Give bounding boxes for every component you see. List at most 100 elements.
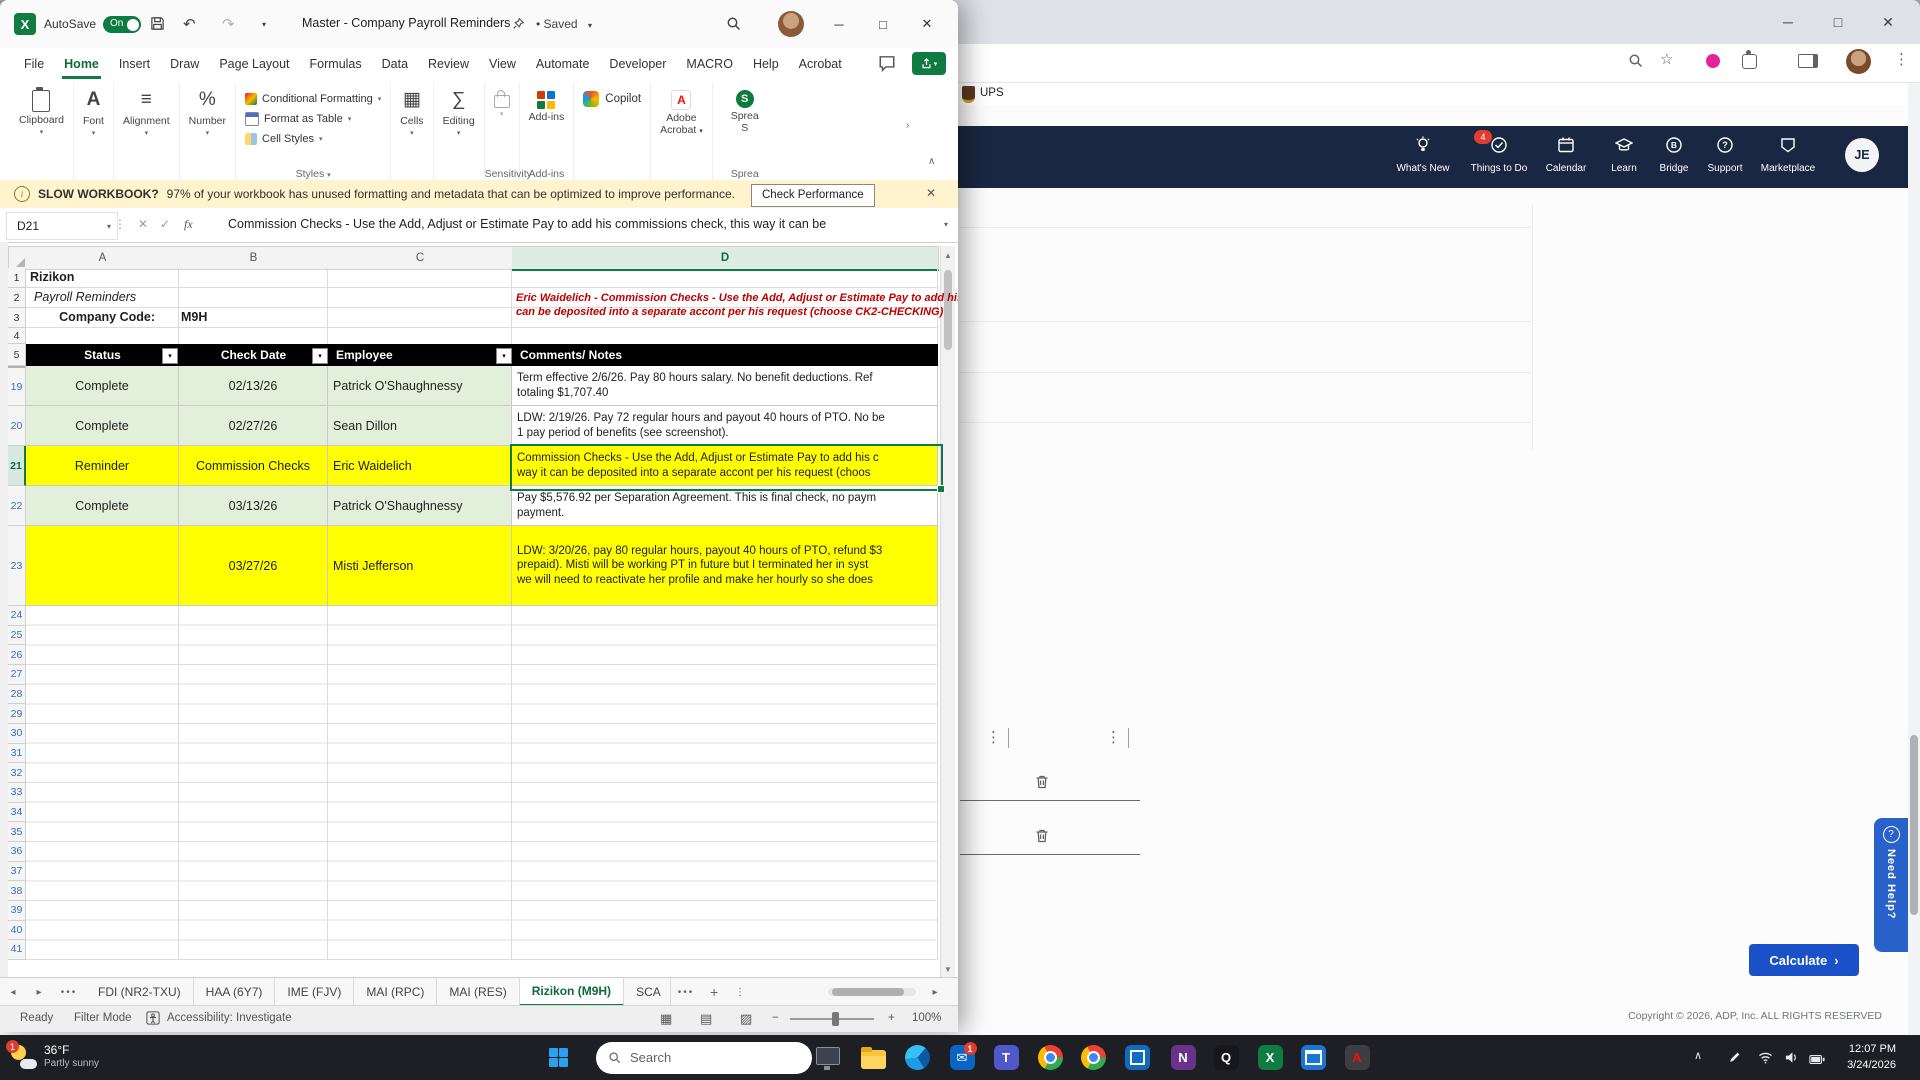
column-menu-icon[interactable]: ⋮	[1106, 728, 1121, 746]
row-header[interactable]: 5	[8, 344, 26, 366]
sheet-tab-active[interactable]: Rizikon (M9H)	[520, 978, 624, 1006]
edge-icon[interactable]	[903, 1044, 931, 1072]
zoom-icon[interactable]	[1628, 53, 1644, 73]
column-header-d[interactable]: D	[512, 246, 939, 271]
save-icon[interactable]	[150, 16, 165, 35]
row-header[interactable]: 24	[8, 606, 26, 626]
row-header[interactable]: 32	[8, 763, 26, 783]
row-header[interactable]: 34	[8, 803, 26, 823]
extensions-puzzle-icon[interactable]	[1742, 54, 1757, 69]
undo-icon[interactable]: ↶	[183, 15, 196, 33]
weather-widget[interactable]: 1	[10, 1044, 37, 1071]
tab-home[interactable]: Home	[54, 49, 109, 79]
tab-review[interactable]: Review	[418, 49, 479, 79]
row-header[interactable]: 21	[8, 446, 26, 486]
taskbar-clock[interactable]: 12:07 PM 3/24/2026	[1812, 1041, 1896, 1073]
quick-access-caret-icon[interactable]: ▾	[262, 20, 266, 29]
formula-content[interactable]: Commission Checks - Use the Add, Adjust …	[228, 217, 928, 231]
cell-date[interactable]: 02/27/26	[179, 406, 328, 446]
page-layout-view-icon[interactable]: ▤	[700, 1011, 712, 1027]
cell-status[interactable]: Complete	[26, 406, 179, 446]
chrome-icon[interactable]	[1036, 1044, 1064, 1072]
tabs-scroll-right-icon[interactable]: ▸	[26, 978, 52, 1006]
row-header[interactable]: 28	[8, 685, 26, 705]
alignment-group[interactable]: ≡ Alignment ▾	[114, 83, 180, 184]
cell-notes[interactable]: Pay $5,576.92 per Separation Agreement. …	[512, 486, 938, 526]
row-header[interactable]: 27	[8, 665, 26, 685]
cell-a3[interactable]: Company Code:	[26, 310, 177, 324]
tab-data[interactable]: Data	[372, 49, 418, 79]
bookmark-star-icon[interactable]: ☆	[1660, 50, 1673, 68]
cell-date[interactable]: 02/13/26	[179, 366, 328, 406]
acrobat-icon[interactable]: A	[1343, 1044, 1371, 1072]
teams-icon[interactable]: T	[992, 1044, 1020, 1072]
column-header-b[interactable]: B	[179, 246, 329, 270]
pen-icon[interactable]	[1728, 1050, 1742, 1069]
cell-b3[interactable]: M9H	[181, 310, 207, 324]
share-button[interactable]: ▾	[912, 52, 946, 75]
number-group[interactable]: % Number ▾	[180, 83, 236, 184]
row-header[interactable]: 38	[8, 881, 26, 901]
comments-icon[interactable]	[878, 54, 896, 77]
browser-menu-icon[interactable]: ⋮	[1894, 50, 1909, 68]
ribbon-collapse-icon[interactable]: ∧	[928, 156, 935, 167]
cell-a2[interactable]: Payroll Reminders	[34, 290, 136, 304]
ribbon-overflow-icon[interactable]: ›	[906, 120, 909, 131]
copilot-button[interactable]: Copilot	[583, 91, 641, 107]
tab-view[interactable]: View	[479, 49, 526, 79]
blue-app-icon[interactable]	[1123, 1044, 1151, 1072]
scrollbar-thumb[interactable]	[832, 988, 904, 996]
sheet-tab[interactable]: FDI (NR2-TXU)	[86, 978, 194, 1006]
cells-group[interactable]: ▦ Cells ▾	[391, 83, 433, 184]
blue-window-app-icon[interactable]	[1299, 1044, 1327, 1072]
user-avatar[interactable]: JE	[1845, 138, 1879, 172]
page-scrollbar[interactable]	[1908, 83, 1920, 1035]
editing-group[interactable]: ∑ Editing ▾	[434, 83, 485, 184]
row-header[interactable]: 25	[8, 626, 26, 646]
scroll-right-icon[interactable]: ▸	[922, 978, 948, 1006]
row-header[interactable]: 4	[8, 328, 26, 344]
confirm-entry-icon[interactable]: ✓	[160, 217, 170, 231]
zoom-slider-thumb[interactable]	[832, 1012, 839, 1026]
tab-insert[interactable]: Insert	[109, 49, 160, 79]
row-header[interactable]: 29	[8, 704, 26, 724]
close-button[interactable]: ✕	[905, 0, 949, 48]
sheet-tab[interactable]: HAA (6Y7)	[194, 978, 276, 1006]
zoom-slider[interactable]	[790, 1018, 874, 1020]
fx-icon[interactable]: fx	[184, 217, 193, 232]
check-performance-button[interactable]: Check Performance	[751, 184, 875, 207]
namebox-menu-icon[interactable]: ⋮	[114, 217, 126, 231]
addins-group[interactable]: Add-ins Add-ins	[520, 83, 575, 184]
tab-acrobat[interactable]: Acrobat	[789, 49, 852, 79]
cell-notes[interactable]: LDW: 2/19/26. Pay 72 regular hours and p…	[512, 406, 938, 446]
cell-employee[interactable]: Patrick O'Shaughnessy	[328, 366, 512, 406]
tab-macro[interactable]: MACRO	[676, 49, 743, 79]
nav-marketplace[interactable]: Marketplace	[1750, 136, 1826, 174]
row-header[interactable]: 26	[8, 645, 26, 665]
formula-bar-expand-icon[interactable]: ▾	[944, 220, 948, 229]
autosave-toggle[interactable]: On	[103, 16, 141, 33]
start-button[interactable]	[549, 1048, 568, 1067]
cell-date[interactable]: 03/13/26	[179, 486, 328, 526]
zoom-out-icon[interactable]: −	[772, 1012, 779, 1024]
row-header[interactable]: 37	[8, 862, 26, 882]
tabs-more-icon[interactable]: •••	[52, 978, 86, 1006]
excel-taskbar-icon[interactable]: X	[1256, 1044, 1284, 1072]
q-app-icon[interactable]: Q	[1212, 1044, 1240, 1072]
column-header-a[interactable]: A	[26, 246, 180, 270]
cell-status[interactable]: Complete	[26, 366, 179, 406]
tabs-scroll-left-icon[interactable]: ◂	[0, 978, 26, 1006]
tabs-overflow-icon[interactable]: •••	[671, 978, 701, 1006]
calculate-button[interactable]: Calculate›	[1749, 944, 1859, 976]
saved-caret-icon[interactable]: ▾	[588, 21, 592, 30]
delete-row-icon[interactable]	[1034, 828, 1050, 849]
browser-profile-avatar[interactable]	[1846, 49, 1871, 74]
cancel-entry-icon[interactable]: ✕	[138, 217, 148, 231]
row-header[interactable]: 20	[8, 406, 26, 446]
page-break-view-icon[interactable]: ▨	[740, 1011, 752, 1027]
column-header-c[interactable]: C	[328, 246, 513, 270]
row-header[interactable]: 35	[8, 822, 26, 842]
cell-employee[interactable]: Eric Waidelich	[328, 446, 512, 486]
tab-formulas[interactable]: Formulas	[300, 49, 372, 79]
redo-icon[interactable]: ↷	[222, 15, 235, 33]
